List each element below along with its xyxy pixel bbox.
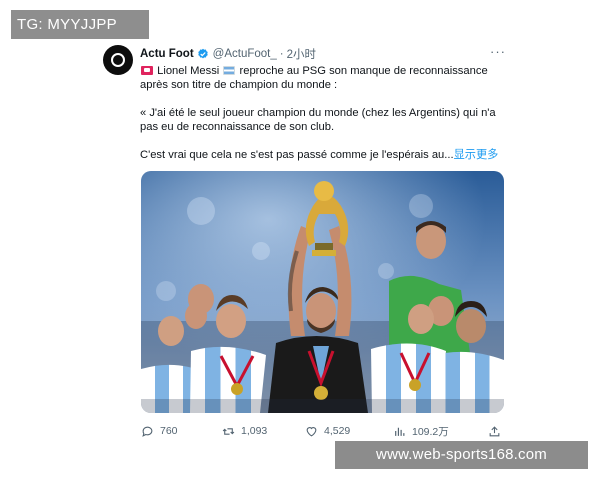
argentina-flag-icon xyxy=(223,66,236,75)
more-dots-icon[interactable]: ··· xyxy=(489,45,507,60)
retweet-count: 1,093 xyxy=(241,425,268,437)
share-icon xyxy=(489,425,500,436)
reply-icon xyxy=(142,426,153,437)
author-avatar[interactable] xyxy=(103,45,133,75)
reply-button[interactable]: 760 xyxy=(141,423,178,439)
tweet-media-photo[interactable] xyxy=(141,171,504,413)
author-handle[interactable]: @ActuFoot_ xyxy=(213,48,277,60)
photo-messi-world-cup-trophy xyxy=(141,171,504,413)
heart-icon xyxy=(306,426,317,436)
tweet-paragraph-3: C'est vrai que cela ne s'est pas passé c… xyxy=(140,148,510,162)
show-more-link[interactable]: 显示更多 xyxy=(454,149,499,161)
tweet-paragraph-3-text: C'est vrai que cela ne s'est pas passé c… xyxy=(140,149,454,161)
header-separator: · xyxy=(279,48,284,60)
tweet-paragraph-1: Lionel Messi reproche au PSG son manque … xyxy=(140,64,510,92)
like-button[interactable]: 4,529 xyxy=(305,423,350,439)
siren-emoji-icon xyxy=(141,66,153,75)
views-chart-icon xyxy=(395,427,405,436)
verified-badge-icon xyxy=(197,48,208,59)
tweet-timestamp[interactable]: 2小时 xyxy=(287,46,316,62)
reply-count: 760 xyxy=(160,425,178,437)
views-button[interactable]: 109.2万 xyxy=(393,423,449,439)
author-name[interactable]: Actu Foot xyxy=(140,48,194,60)
share-button[interactable] xyxy=(488,423,507,439)
retweet-icon xyxy=(222,427,235,435)
tweet-text: Lionel Messi reproche au PSG son manque … xyxy=(140,64,510,162)
avatar-logo-icon xyxy=(111,53,125,67)
tweet-actions: 760 1,093 4,529 109.2万 xyxy=(141,423,504,439)
tweet-line1-pre: Lionel Messi xyxy=(154,65,223,77)
tweet-header: Actu Foot @ActuFoot_ · 2小时 xyxy=(140,46,316,62)
watermark-bottom: www.web-sports168.com xyxy=(335,441,588,469)
retweet-button[interactable]: 1,093 xyxy=(222,423,267,439)
watermark-top: TG: MYYJJPP xyxy=(11,10,149,39)
tweet-paragraph-2: « J'ai été le seul joueur champion du mo… xyxy=(140,107,496,133)
like-count: 4,529 xyxy=(324,425,351,437)
views-count: 109.2万 xyxy=(412,425,449,438)
